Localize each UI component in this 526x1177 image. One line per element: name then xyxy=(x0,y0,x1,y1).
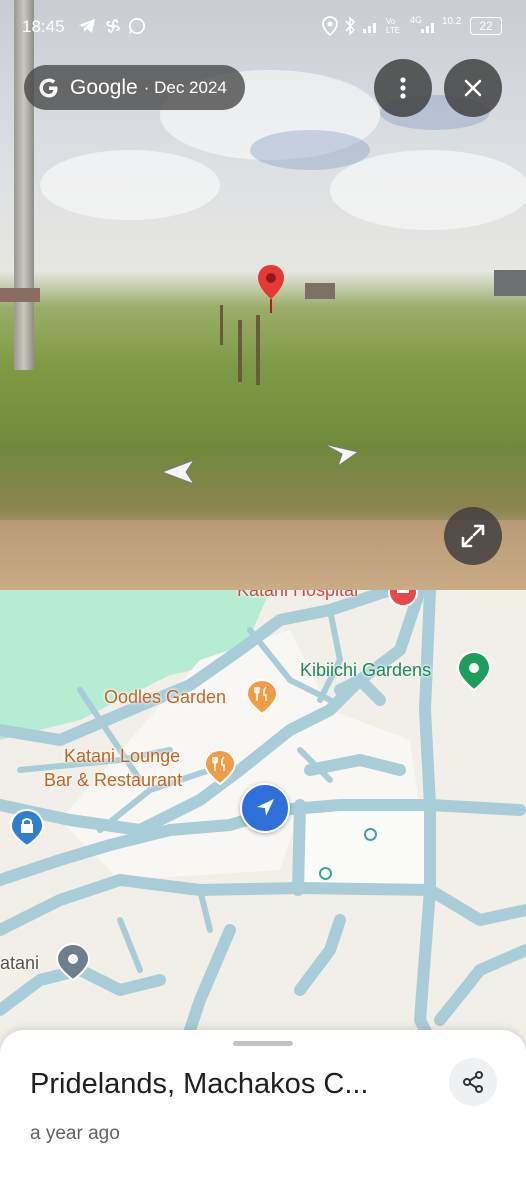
fence-post xyxy=(238,320,242,382)
share-icon xyxy=(463,1071,483,1093)
google-g-icon xyxy=(39,78,58,97)
utility-pole xyxy=(14,0,34,370)
whatsapp-icon xyxy=(128,17,146,35)
map-label-katani-lounge[interactable]: Katani Lounge xyxy=(64,746,180,767)
location-status-icon xyxy=(322,16,338,36)
restaurant-pin-icon-2[interactable] xyxy=(203,748,237,786)
imagery-date: · Dec 2024 xyxy=(143,77,227,97)
expand-icon xyxy=(461,524,485,548)
horizon-building xyxy=(0,288,40,302)
place-pin-icon[interactable] xyxy=(55,942,91,982)
more-options-button[interactable] xyxy=(374,59,432,117)
navigate-left-arrow-icon[interactable] xyxy=(158,456,198,486)
hospital-pin-icon[interactable] xyxy=(386,590,420,610)
place-title: Pridelands, Machakos C... xyxy=(30,1068,369,1100)
map-label-hospital[interactable]: Katani Hospital xyxy=(237,590,358,601)
battery-indicator: 22 xyxy=(470,17,502,35)
imagery-source-pill: Google · Dec 2024 xyxy=(24,65,245,110)
location-pin-icon xyxy=(258,265,284,313)
place-subtitle: a year ago xyxy=(30,1123,120,1144)
signal-icon xyxy=(363,23,376,33)
network-type-label: Vo LTE xyxy=(386,17,401,35)
battery-level: 22 xyxy=(479,19,493,33)
bluetooth-icon xyxy=(345,16,356,36)
expand-button[interactable] xyxy=(444,507,502,565)
park-pin-icon[interactable] xyxy=(455,650,493,692)
provider-label: Google xyxy=(70,75,138,99)
drag-handle[interactable] xyxy=(233,1041,293,1046)
navigate-right-arrow-icon[interactable] xyxy=(320,440,362,468)
navigation-arrow-icon xyxy=(257,799,274,816)
fan-icon xyxy=(106,19,120,33)
map-label-oodles-garden[interactable]: Oodles Garden xyxy=(104,687,226,708)
map-label-katani[interactable]: atani xyxy=(0,953,39,974)
horizon-building xyxy=(494,270,526,296)
fence-post xyxy=(256,315,260,385)
close-icon xyxy=(464,79,482,97)
fence-post xyxy=(220,305,223,345)
small-poi-marker[interactable] xyxy=(364,828,377,841)
share-button[interactable] xyxy=(449,1058,497,1106)
map-label-kibiichi-gardens[interactable]: Kibiichi Gardens xyxy=(300,660,431,681)
current-location-marker[interactable] xyxy=(240,783,290,833)
status-bar: 18:45 Vo LTE 4G 10.2 22 xyxy=(0,0,526,52)
small-poi-marker[interactable] xyxy=(319,867,332,880)
map-label-bar-restaurant[interactable]: Bar & Restaurant xyxy=(44,770,182,791)
more-vert-icon xyxy=(400,77,406,99)
signal-icon-2 xyxy=(421,23,434,33)
place-bottom-sheet[interactable]: Pridelands, Machakos C... a year ago xyxy=(0,1030,526,1177)
network-speed: 10.2 xyxy=(442,16,462,27)
horizon-building xyxy=(305,283,335,299)
telegram-icon xyxy=(79,19,95,33)
lock-pin-icon[interactable] xyxy=(8,808,46,848)
restaurant-pin-icon[interactable] xyxy=(245,678,279,716)
status-time: 18:45 xyxy=(22,17,65,36)
close-button[interactable] xyxy=(444,59,502,117)
